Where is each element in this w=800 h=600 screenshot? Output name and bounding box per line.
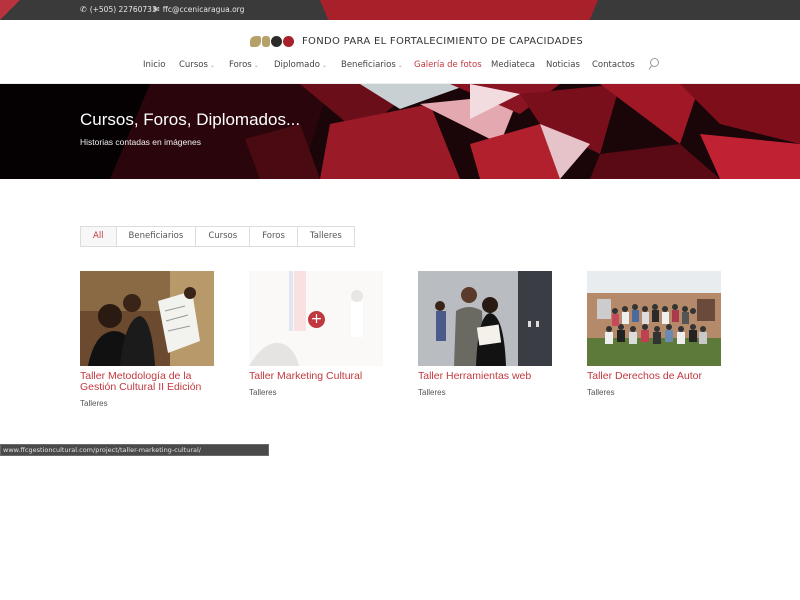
search-icon[interactable] [648, 57, 660, 71]
portfolio-item: + Taller Marketing Cultural Talleres [249, 271, 383, 397]
nav-item-inicio[interactable]: Inicio [143, 60, 166, 70]
phone-info: ✆ (+505) 22760733 [80, 0, 157, 20]
page: ✆ (+505) 22760733 ✉ ffc@ccenicaragua.org… [0, 0, 800, 600]
hero-subtitle: Historias contadas en imágenes [80, 137, 201, 147]
logo-text: FONDO PARA EL FORTALECIMIENTO DE CAPACID… [302, 36, 584, 47]
portfolio-title[interactable]: Taller Metodología de la Gestión Cultura… [80, 371, 214, 393]
portfolio-filters: All Beneficiarios Cursos Foros Talleres [80, 226, 355, 247]
portfolio-thumbnail[interactable] [587, 271, 721, 366]
nav-item-cursos[interactable]: Cursos ⌄ [179, 60, 215, 70]
filter-cursos[interactable]: Cursos [196, 227, 251, 246]
zoom-plus-icon[interactable]: + [308, 311, 325, 328]
nav-item-noticias[interactable]: Noticias [546, 60, 580, 70]
chevron-down-icon: ⌄ [321, 62, 327, 69]
portfolio-category[interactable]: Talleres [587, 388, 721, 397]
nav-item-galeria[interactable]: Galería de fotos [414, 60, 482, 70]
chevron-down-icon: ⌄ [397, 62, 403, 69]
filter-talleres[interactable]: Talleres [297, 227, 354, 246]
nav-item-contactos[interactable]: Contactos [592, 60, 635, 70]
top-bar-accent-left [0, 0, 20, 20]
browser-status-bar: www.ffcgestioncultural.com/project/talle… [0, 444, 269, 456]
portfolio-item: Taller Metodología de la Gestión Cultura… [80, 271, 214, 408]
site-header: FONDO PARA EL FORTALECIMIENTO DE CAPACID… [0, 20, 800, 84]
logo-mark-icon [250, 36, 294, 47]
portfolio-title[interactable]: Taller Herramientas web [418, 371, 552, 382]
phone-icon: ✆ [80, 5, 87, 14]
chevron-down-icon: ⌄ [253, 62, 259, 69]
nav-item-mediateca[interactable]: Mediateca [491, 60, 535, 70]
main-nav: Inicio Cursos ⌄ Foros ⌄ Diplomado ⌄ Benefic… [0, 57, 800, 78]
portfolio-thumbnail[interactable] [418, 271, 552, 366]
portfolio-thumbnail[interactable]: + [249, 271, 383, 366]
site-logo[interactable]: FONDO PARA EL FORTALECIMIENTO DE CAPACID… [250, 36, 583, 47]
filter-foros[interactable]: Foros [250, 227, 298, 246]
hero-banner: Cursos, Foros, Diplomados... Historias c… [0, 84, 800, 179]
portfolio-title[interactable]: Taller Marketing Cultural [249, 371, 383, 382]
email-address[interactable]: ffc@ccenicaragua.org [163, 0, 245, 20]
portfolio-category[interactable]: Talleres [80, 399, 214, 408]
portfolio-item: Taller Derechos de Autor Talleres [587, 271, 721, 397]
nav-item-beneficiarios[interactable]: Beneficiarios ⌄ [341, 60, 403, 70]
phone-number: (+505) 22760733 [89, 5, 157, 14]
filter-beneficiarios[interactable]: Beneficiarios [116, 227, 197, 246]
email-info[interactable]: ✉ ffc@ccenicaragua.org [153, 0, 244, 20]
portfolio-title[interactable]: Taller Derechos de Autor [587, 371, 721, 382]
top-bar-accent-center [320, 0, 598, 20]
filter-all[interactable]: All [81, 227, 117, 246]
hero-title: Cursos, Foros, Diplomados... [80, 110, 301, 129]
portfolio-item: Taller Herramientas web Talleres [418, 271, 552, 397]
nav-item-diplomado[interactable]: Diplomado ⌄ [274, 60, 327, 70]
hero-background-pattern [0, 84, 800, 179]
portfolio-category[interactable]: Talleres [249, 388, 383, 397]
chevron-down-icon: ⌄ [209, 62, 215, 69]
top-bar: ✆ (+505) 22760733 ✉ ffc@ccenicaragua.org [0, 0, 800, 20]
portfolio-category[interactable]: Talleres [418, 388, 552, 397]
nav-item-foros[interactable]: Foros ⌄ [229, 60, 259, 70]
portfolio-thumbnail[interactable] [80, 271, 214, 366]
envelope-icon: ✉ [153, 5, 160, 14]
